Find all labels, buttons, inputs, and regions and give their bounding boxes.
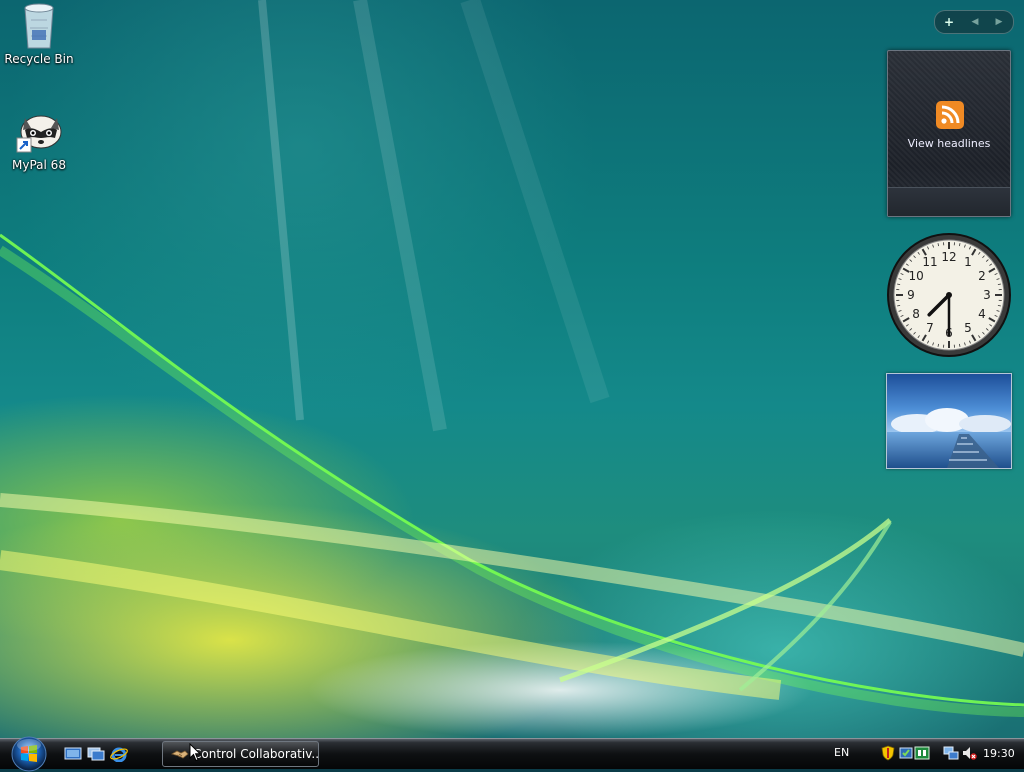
clock-number: 5: [964, 321, 972, 335]
desktop-background[interactable]: Recycle Bin MyPal 68 + ◀ ▶ View headline…: [0, 0, 1024, 738]
next-gadget-button[interactable]: ▶: [987, 17, 1011, 27]
update-icon[interactable]: [898, 745, 914, 761]
taskbar-clock[interactable]: 19:30: [983, 747, 1015, 760]
clock-number: 9: [907, 288, 915, 302]
volume-muted-icon[interactable]: [961, 745, 977, 761]
desktop-icon-mypal[interactable]: MyPal 68: [0, 108, 79, 172]
clock-number: 10: [908, 269, 923, 283]
landscape-photo: [887, 374, 1011, 468]
clock-number: 11: [922, 255, 937, 269]
gadget-toolbar: + ◀ ▶: [934, 10, 1014, 34]
clock-gadget[interactable]: 121234567891011: [886, 232, 1012, 358]
clock-number: 3: [983, 288, 991, 302]
recycle-bin-icon: [19, 2, 59, 50]
internet-explorer-icon[interactable]: [110, 746, 128, 762]
rss-icon: [936, 101, 964, 129]
taskbar-button-control-collaboration[interactable]: Control Collaborativ...: [162, 741, 319, 767]
view-headlines-link[interactable]: View headlines: [888, 137, 1010, 150]
switch-windows-icon[interactable]: [87, 746, 105, 762]
clock-number: 2: [978, 269, 986, 283]
language-indicator[interactable]: EN: [834, 746, 849, 759]
feed-gadget-footer: [888, 187, 1010, 216]
display-network-icon[interactable]: [943, 745, 959, 761]
clock-number: 8: [912, 307, 920, 321]
network-icon[interactable]: [914, 745, 930, 761]
handshake-icon: [171, 746, 189, 762]
windows-orb-icon[interactable]: [8, 734, 50, 772]
taskbar: Control Collaborativ... EN 19:30: [0, 738, 1024, 769]
add-gadget-button[interactable]: +: [935, 15, 963, 29]
prev-gadget-button[interactable]: ◀: [963, 17, 987, 27]
show-desktop-icon[interactable]: [64, 746, 82, 762]
wallpaper-streaks: [0, 0, 1024, 738]
slideshow-gadget[interactable]: [886, 373, 1012, 469]
taskbar-button-label: Control Collaborativ...: [193, 742, 319, 766]
desktop-icon-recycle-bin[interactable]: Recycle Bin: [0, 2, 79, 66]
clock-number: 7: [926, 321, 934, 335]
mouse-cursor-icon: [189, 743, 201, 762]
mypal-label: MyPal 68: [12, 158, 66, 172]
raccoon-shortcut-icon: [15, 108, 63, 156]
clock-number: 12: [941, 250, 956, 264]
clock-number: 4: [978, 307, 986, 321]
recycle-bin-label: Recycle Bin: [4, 52, 73, 66]
feed-headlines-gadget[interactable]: View headlines: [887, 50, 1011, 217]
clock-number: 1: [964, 255, 972, 269]
security-shield-icon[interactable]: [880, 745, 896, 761]
